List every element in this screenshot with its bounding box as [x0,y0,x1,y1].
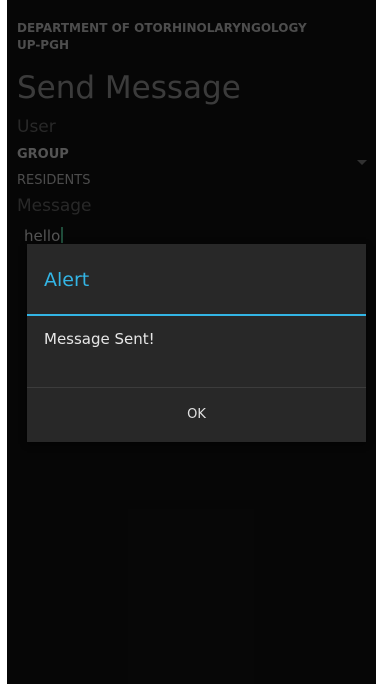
ok-button[interactable]: OK [27,388,366,442]
dialog-title: Alert [44,269,90,291]
dialog-title-divider [27,314,366,316]
dialog-message: Message Sent! [44,330,155,348]
app-screen: DEPARTMENT OF OTORHINOLARYNGOLOGY UP-PGH… [7,0,376,684]
alert-dialog: Alert Message Sent! OK [27,244,366,442]
